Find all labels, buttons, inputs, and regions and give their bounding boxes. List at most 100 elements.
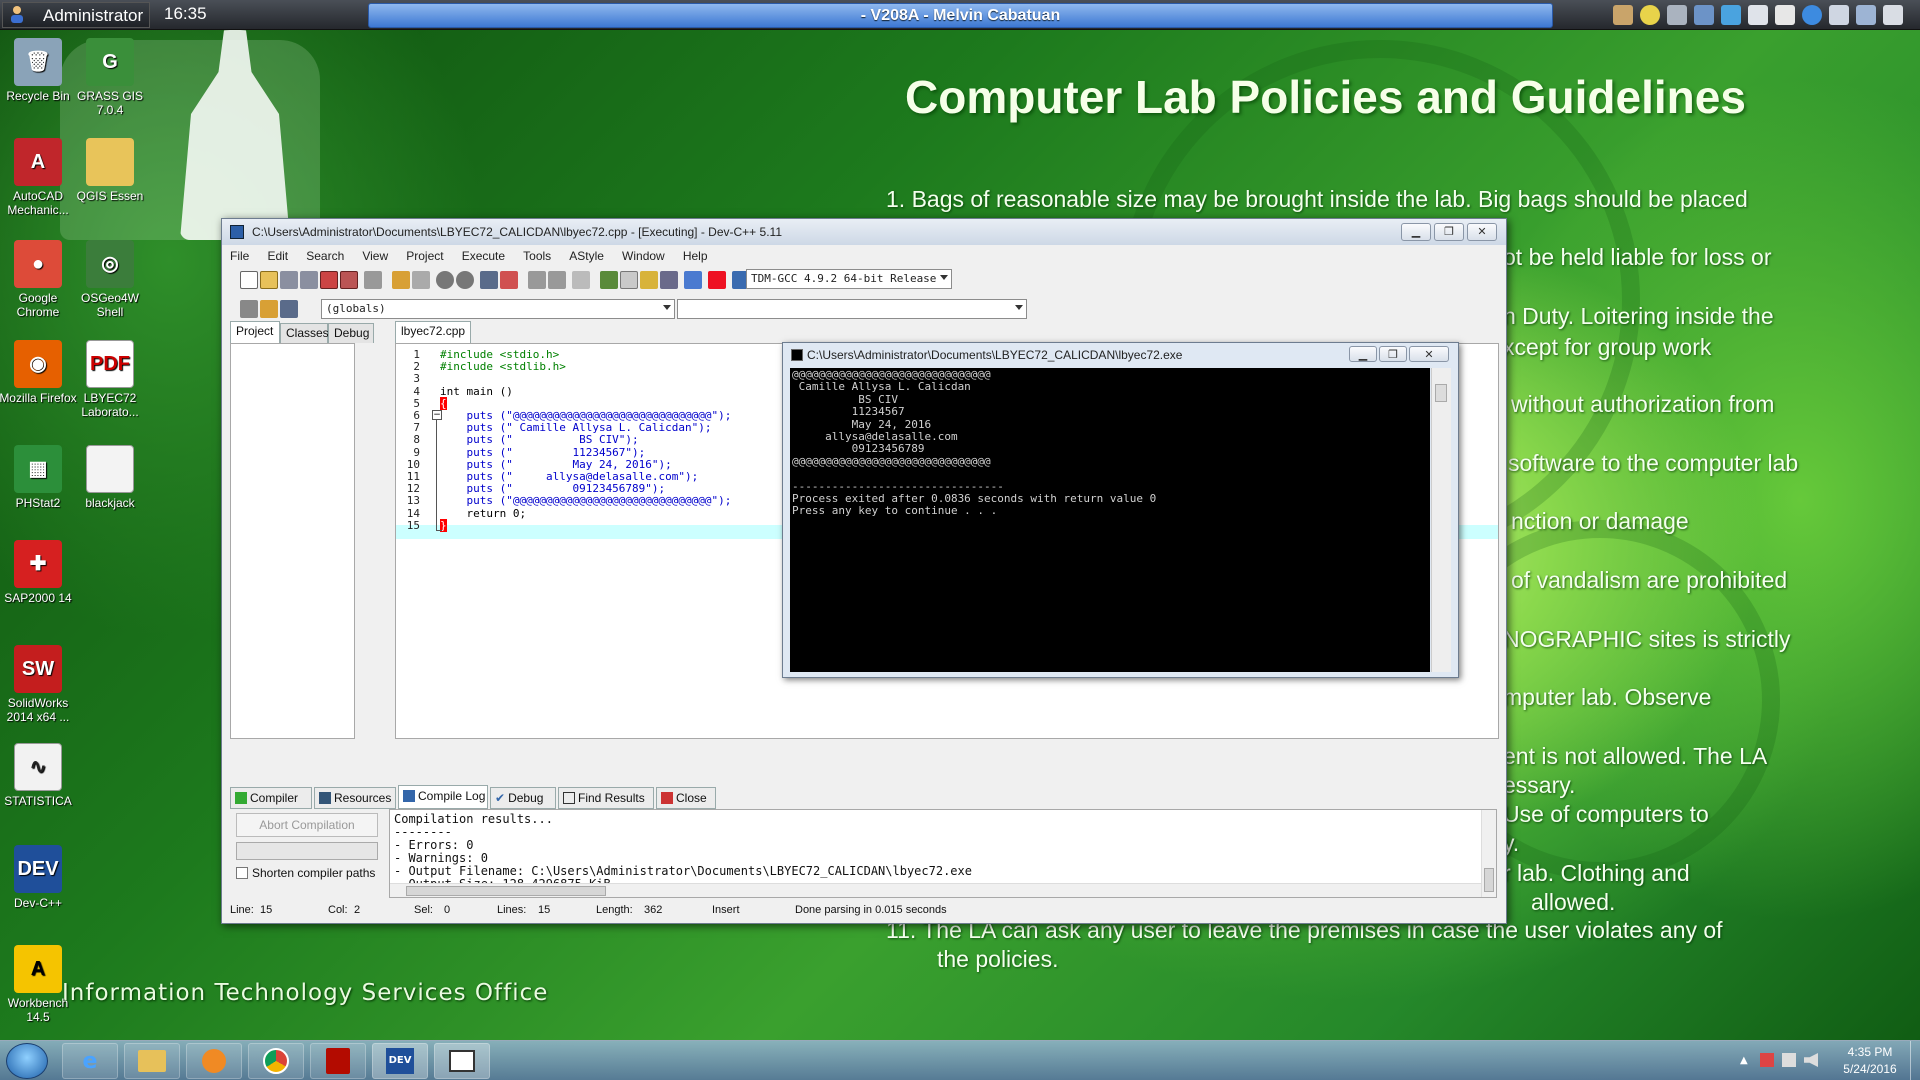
goto-definition-icon[interactable] <box>260 300 278 318</box>
tray-app-icon[interactable] <box>1640 5 1660 25</box>
open-file-icon[interactable] <box>260 271 278 289</box>
tray-app-icon[interactable] <box>1829 5 1849 25</box>
new-project-icon[interactable] <box>600 271 618 289</box>
replace-icon[interactable] <box>456 271 474 289</box>
unindent-icon[interactable] <box>528 271 546 289</box>
stop-execution-icon[interactable] <box>708 271 726 289</box>
find-icon[interactable] <box>436 271 454 289</box>
tray-app-icon[interactable] <box>1667 5 1687 25</box>
tab-bottom-debug[interactable]: ✔ Debug <box>490 787 556 809</box>
taskbar-chrome[interactable] <box>248 1043 304 1079</box>
add-to-project-icon[interactable] <box>640 271 658 289</box>
new-file-icon[interactable] <box>240 271 258 289</box>
console-close-button[interactable]: ✕ <box>1409 346 1449 362</box>
scrollbar-thumb[interactable] <box>1435 384 1447 402</box>
tab-compiler[interactable]: Compiler <box>230 787 312 809</box>
project-options-icon[interactable] <box>620 271 638 289</box>
tab-lbyec72-cpp[interactable]: lbyec72.cpp <box>395 321 471 343</box>
tab-project[interactable]: Project <box>230 321 280 343</box>
project-tree[interactable] <box>230 343 355 739</box>
fold-collapse-icon[interactable]: − <box>432 410 442 420</box>
tab-close[interactable]: Close <box>656 787 716 809</box>
scrollbar-thumb[interactable] <box>406 886 606 896</box>
compiler-select[interactable]: TDM-GCC 4.9.2 64-bit Release <box>746 269 952 289</box>
close-all-icon[interactable] <box>340 271 358 289</box>
tab-compile-log[interactable]: Compile Log <box>398 785 488 809</box>
save-icon[interactable] <box>280 271 298 289</box>
minimize-button[interactable]: ▁ <box>1401 223 1431 241</box>
taskbar-devcpp[interactable]: DEV <box>372 1043 428 1079</box>
console-output[interactable]: @@@@@@@@@@@@@@@@@@@@@@@@@@@@@@ Camille A… <box>790 368 1430 672</box>
network-icon[interactable] <box>1782 1053 1796 1067</box>
volume-icon[interactable] <box>1804 1053 1818 1067</box>
devcpp-titlebar[interactable]: C:\Users\Administrator\Documents\LBYEC72… <box>222 219 1506 245</box>
show-hidden-icons[interactable]: ▲ <box>1740 1055 1748 1066</box>
menu-project[interactable]: Project <box>406 246 443 266</box>
toggle-bookmark-icon[interactable] <box>500 271 518 289</box>
menu-view[interactable]: View <box>362 246 388 266</box>
desktop-icon[interactable]: ✚ SAP2000 14 <box>0 540 78 605</box>
tab-find-results[interactable]: Find Results <box>558 787 654 809</box>
tray-app-icon[interactable] <box>1775 5 1795 25</box>
tab-classes[interactable]: Classes <box>280 323 329 343</box>
desktop-icon[interactable]: PDF LBYEC72 Laborato... <box>70 340 150 419</box>
action-center-icon[interactable] <box>1760 1053 1774 1067</box>
desktop-icon[interactable]: ▦ PHStat2 <box>0 445 78 510</box>
menu-astyle[interactable]: AStyle <box>569 246 604 266</box>
console-maximize-button[interactable]: ❐ <box>1379 346 1407 362</box>
abort-compilation-button[interactable]: Abort Compilation <box>236 813 378 837</box>
redo-icon[interactable] <box>412 271 430 289</box>
close-button[interactable]: ✕ <box>1467 223 1497 241</box>
start-button[interactable] <box>6 1043 48 1079</box>
desktop-icon[interactable]: ◎ OSGeo4W Shell <box>70 240 150 319</box>
log-horizontal-scrollbar[interactable] <box>390 883 1482 897</box>
tray-app-icon[interactable] <box>1613 5 1633 25</box>
goto-declaration-icon[interactable] <box>240 300 258 318</box>
tab-debug[interactable]: Debug <box>328 323 374 343</box>
taskbar-console[interactable] <box>434 1043 490 1079</box>
desktop-icon[interactable]: ◉ Mozilla Firefox <box>0 340 78 405</box>
taskbar-media-player[interactable] <box>186 1043 242 1079</box>
desktop-icon[interactable]: blackjack <box>70 445 150 510</box>
menu-edit[interactable]: Edit <box>267 246 288 266</box>
desktop-icon[interactable]: ∿ STATISTICA <box>0 743 78 808</box>
goto-line-icon[interactable] <box>480 271 498 289</box>
desktop-icon[interactable]: A Workbench 14.5 <box>0 945 78 1024</box>
desktop-icon[interactable]: DEV Dev-C++ <box>0 845 78 910</box>
tray-app-icon[interactable] <box>1748 5 1768 25</box>
insert-icon[interactable] <box>280 300 298 318</box>
tab-resources[interactable]: Resources <box>314 787 396 809</box>
indent-icon[interactable] <box>548 271 566 289</box>
desktop-icon[interactable]: G GRASS GIS 7.0.4 <box>70 38 150 117</box>
menu-help[interactable]: Help <box>683 246 708 266</box>
taskbar-explorer[interactable] <box>124 1043 180 1079</box>
desktop-icon[interactable]: SW SolidWorks 2014 x64 ... <box>0 645 78 724</box>
desktop-icon[interactable]: A AutoCAD Mechanic... <box>0 138 78 217</box>
menu-execute[interactable]: Execute <box>462 246 505 266</box>
tray-app-icon[interactable] <box>1856 5 1876 25</box>
scope-select[interactable]: (globals) <box>321 299 675 319</box>
comment-icon[interactable] <box>572 271 590 289</box>
show-desktop-button[interactable] <box>1910 1041 1920 1080</box>
tray-clock[interactable]: 4:35 PM 5/24/2016 <box>1830 1044 1910 1078</box>
check-syntax-icon[interactable] <box>684 271 702 289</box>
function-select[interactable] <box>677 299 1027 319</box>
log-vertical-scrollbar[interactable] <box>1481 810 1496 897</box>
tray-app-icon[interactable] <box>1883 5 1903 25</box>
taskbar-acrobat[interactable] <box>310 1043 366 1079</box>
tray-app-icon[interactable] <box>1694 5 1714 25</box>
print-icon[interactable] <box>364 271 382 289</box>
desktop-icon[interactable]: 🗑 Recycle Bin <box>0 38 78 103</box>
maximize-button[interactable]: ❐ <box>1434 223 1464 241</box>
scrollbar-thumb[interactable] <box>1484 868 1494 892</box>
save-all-icon[interactable] <box>300 271 318 289</box>
globe-icon[interactable] <box>1802 5 1822 25</box>
desktop-icon[interactable]: QGIS Essen <box>70 138 150 203</box>
console-minimize-button[interactable]: ▁ <box>1349 346 1377 362</box>
shorten-paths-checkbox[interactable] <box>236 867 248 879</box>
taskbar-ie[interactable]: e <box>62 1043 118 1079</box>
menu-window[interactable]: Window <box>622 246 665 266</box>
menu-search[interactable]: Search <box>306 246 344 266</box>
menu-file[interactable]: File <box>230 246 249 266</box>
desktop-icon[interactable]: ● Google Chrome <box>0 240 78 319</box>
